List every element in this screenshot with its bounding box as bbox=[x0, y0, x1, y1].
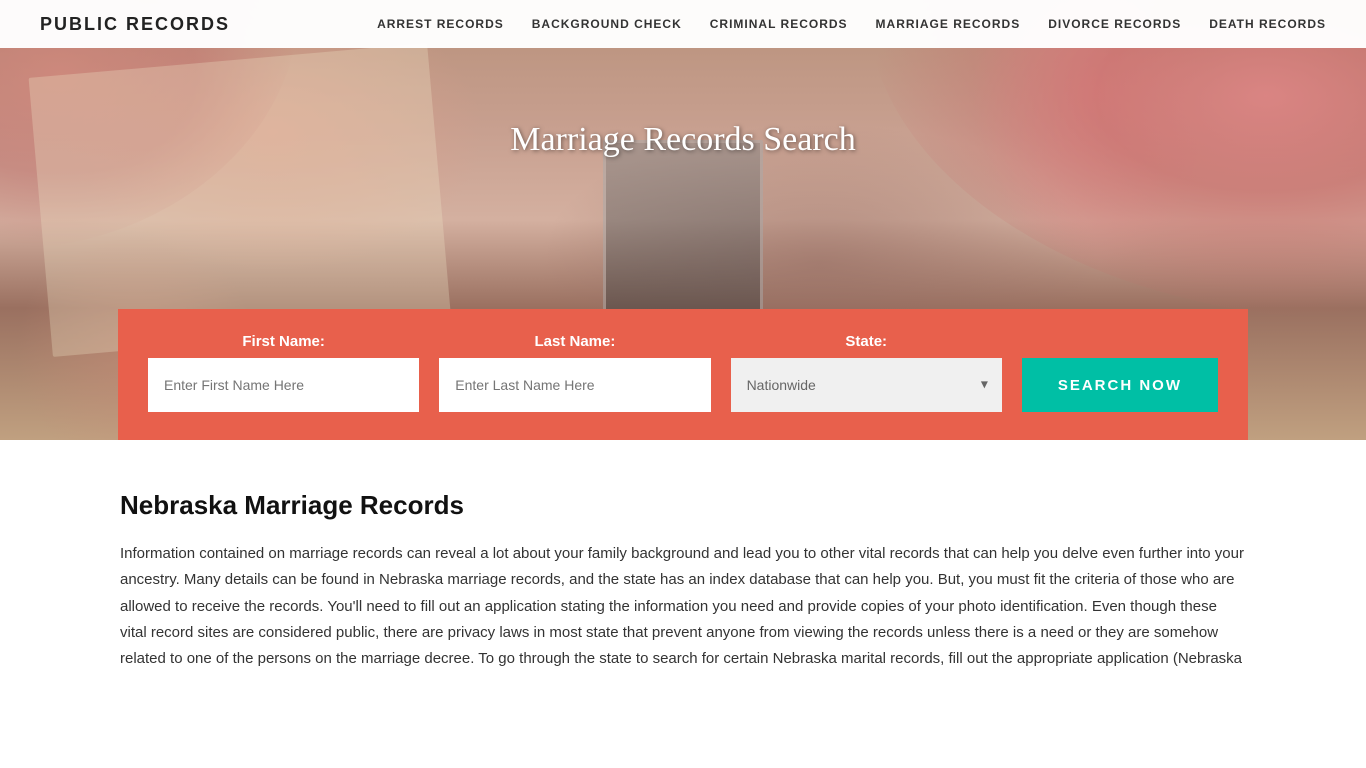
search-now-button[interactable]: SEARCH NOW bbox=[1022, 358, 1218, 412]
state-select[interactable]: NationwideAlabamaAlaskaArizonaArkansasCa… bbox=[731, 358, 1002, 412]
nav-link-death[interactable]: DEATH RECORDS bbox=[1209, 17, 1326, 31]
content-body: Information contained on marriage record… bbox=[120, 541, 1246, 672]
last-name-field: Last Name: bbox=[439, 333, 710, 412]
nav-item-divorce[interactable]: DIVORCE RECORDS bbox=[1048, 15, 1181, 33]
last-name-label: Last Name: bbox=[439, 333, 710, 350]
search-bar: First Name: Last Name: State: Nationwide… bbox=[118, 309, 1248, 440]
state-field: State: NationwideAlabamaAlaskaArizonaArk… bbox=[731, 333, 1002, 412]
nav-link-arrest[interactable]: ARREST RECORDS bbox=[377, 17, 504, 31]
state-label: State: bbox=[731, 333, 1002, 350]
first-name-input[interactable] bbox=[148, 358, 419, 412]
state-select-wrapper: NationwideAlabamaAlaskaArizonaArkansasCa… bbox=[731, 358, 1002, 412]
first-name-field: First Name: bbox=[148, 333, 419, 412]
hero-title: Marriage Records Search bbox=[510, 121, 856, 159]
nav-item-death[interactable]: DEATH RECORDS bbox=[1209, 15, 1326, 33]
main-content: Nebraska Marriage Records Information co… bbox=[0, 440, 1366, 712]
nav-item-background[interactable]: BACKGROUND CHECK bbox=[532, 15, 682, 33]
nav-link-divorce[interactable]: DIVORCE RECORDS bbox=[1048, 17, 1181, 31]
nav-item-arrest[interactable]: ARREST RECORDS bbox=[377, 15, 504, 33]
hero-section: Marriage Records Search First Name: Last… bbox=[0, 0, 1366, 440]
nav-link-background[interactable]: BACKGROUND CHECK bbox=[532, 17, 682, 31]
last-name-input[interactable] bbox=[439, 358, 710, 412]
nav-links: ARREST RECORDS BACKGROUND CHECK CRIMINAL… bbox=[377, 15, 1326, 33]
content-heading: Nebraska Marriage Records bbox=[120, 490, 1246, 521]
nav-item-criminal[interactable]: CRIMINAL RECORDS bbox=[710, 15, 848, 33]
nav-link-marriage[interactable]: MARRIAGE RECORDS bbox=[876, 17, 1021, 31]
navbar: PUBLIC RECORDS ARREST RECORDS BACKGROUND… bbox=[0, 0, 1366, 48]
nav-link-criminal[interactable]: CRIMINAL RECORDS bbox=[710, 17, 848, 31]
nav-item-marriage[interactable]: MARRIAGE RECORDS bbox=[876, 15, 1021, 33]
first-name-label: First Name: bbox=[148, 333, 419, 350]
site-logo[interactable]: PUBLIC RECORDS bbox=[40, 14, 230, 35]
